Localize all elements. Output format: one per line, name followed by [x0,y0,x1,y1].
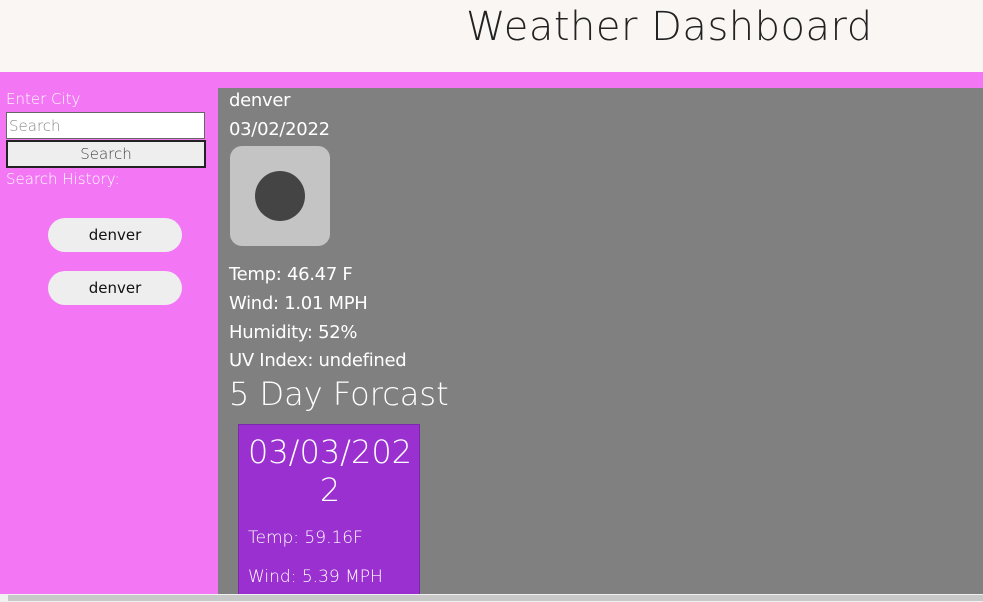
weather-icon-dot [255,171,305,221]
scrollbar-thumb[interactable] [8,595,983,601]
history-button-denver[interactable]: denver [48,218,182,252]
current-temp: Temp: 46.47 F [229,264,353,285]
horizontal-scrollbar[interactable] [0,594,983,602]
forecast-title: 5 Day Forcast [229,375,449,413]
forecast-wind: Wind: 5.39 MPH [248,567,383,587]
weather-icon [230,146,330,246]
search-button[interactable]: Search [6,140,206,168]
search-history-label: Search History: [6,170,120,188]
current-wind: Wind: 1.01 MPH [229,293,368,314]
current-uv-index: UV Index: undefined [229,350,407,371]
forecast-card: 03/03/2022 Temp: 59.16F Wind: 5.39 MPH [238,424,420,602]
page-title: Weather Dashboard [466,4,873,50]
forecast-temp: Temp: 59.16F [248,528,363,548]
current-weather-panel: denver 03/02/2022 Temp: 46.47 F Wind: 1.… [218,88,983,602]
history-button-denver[interactable]: denver [48,271,182,305]
search-input[interactable] [6,112,205,139]
city-name: denver [229,90,291,111]
current-date: 03/02/2022 [229,119,330,140]
current-humidity: Humidity: 52% [229,322,358,343]
forecast-date: 03/03/2022 [247,433,413,509]
sidebar: Enter City Search Search History: denver… [0,88,218,602]
header: Weather Dashboard [0,0,983,72]
enter-city-label: Enter City [6,90,81,108]
